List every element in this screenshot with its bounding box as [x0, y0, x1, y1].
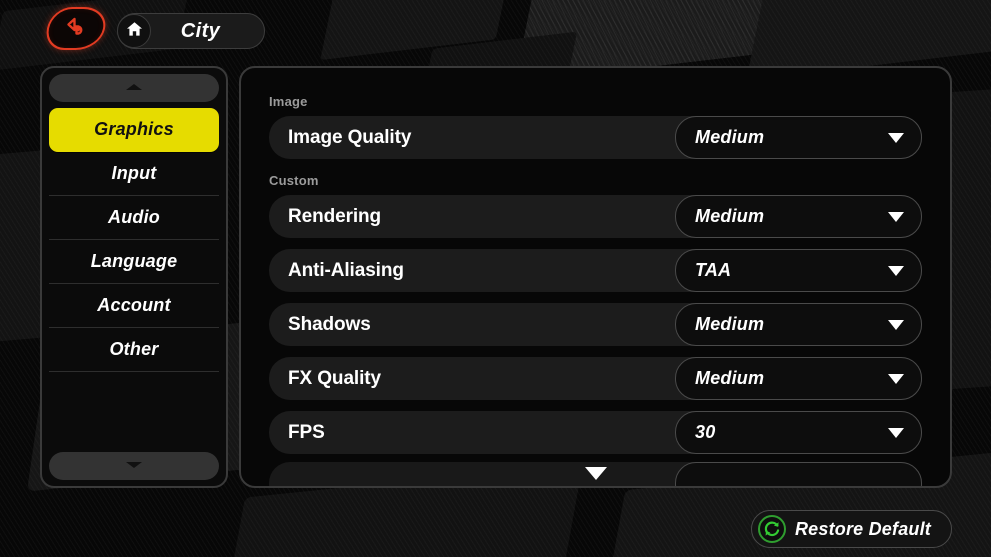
dropdown-anti-aliasing[interactable]: TAA	[675, 249, 922, 292]
dropdown-fx-quality[interactable]: Medium	[675, 357, 922, 400]
back-button[interactable]	[42, 7, 110, 50]
dropdown-shadows[interactable]: Medium	[675, 303, 922, 346]
sidebar-item-graphics[interactable]: Graphics	[49, 108, 219, 152]
dropdown-partial-next[interactable]	[675, 462, 922, 486]
dropdown-value: Medium	[695, 368, 765, 388]
sidebar-menu-list: Graphics Input Audio Language Account Ot…	[49, 108, 219, 452]
sidebar-scroll-up-button[interactable]	[49, 74, 219, 102]
breadcrumb[interactable]: City	[117, 13, 265, 49]
chevron-up-icon	[124, 79, 144, 97]
setting-row-rendering: Rendering Medium	[269, 195, 922, 238]
sidebar-item-label: Language	[90, 251, 178, 271]
dropdown-image-quality[interactable]: Medium	[675, 116, 922, 159]
game-settings-screen: City Graphics Input Audio Language Accou…	[0, 0, 991, 557]
settings-panel: Image Image Quality Medium Custom Render…	[239, 66, 952, 488]
sidebar-item-language[interactable]: Language	[49, 240, 219, 284]
panel-scroll-down-indicator[interactable]	[584, 467, 607, 480]
dropdown-value: Medium	[695, 314, 765, 334]
setting-label: Shadows	[288, 313, 371, 335]
restore-default-button[interactable]: Restore Default	[750, 510, 952, 548]
caret-down-icon	[888, 211, 904, 222]
setting-row-fx-quality: FX Quality Medium	[269, 357, 922, 400]
home-button[interactable]	[117, 14, 151, 48]
breadcrumb-label: City	[180, 19, 221, 42]
sidebar-item-label: Audio	[108, 207, 160, 227]
sidebar-scroll-down-button[interactable]	[49, 452, 219, 480]
section-header-image: Image	[269, 94, 308, 109]
caret-down-icon	[888, 427, 904, 438]
dropdown-fps[interactable]: 30	[675, 411, 922, 454]
restore-default-label: Restore Default	[794, 518, 931, 539]
caret-down-icon	[888, 373, 904, 384]
setting-row-anti-aliasing: Anti-Aliasing TAA	[269, 249, 922, 292]
sidebar-item-audio[interactable]: Audio	[49, 196, 219, 240]
setting-label: FPS	[288, 421, 325, 443]
setting-row-shadows: Shadows Medium	[269, 303, 922, 346]
sidebar-item-label: Input	[111, 163, 157, 183]
setting-label: Image Quality	[288, 126, 412, 148]
setting-label: FX Quality	[288, 367, 381, 389]
back-arrow-icon	[63, 16, 90, 41]
caret-down-icon	[888, 319, 904, 330]
sidebar-item-label: Other	[109, 339, 159, 359]
home-icon	[126, 21, 143, 42]
dropdown-value: Medium	[695, 127, 765, 147]
setting-label: Anti-Aliasing	[288, 259, 404, 281]
dropdown-value: Medium	[695, 206, 765, 226]
setting-row-image-quality: Image Quality Medium	[269, 116, 922, 159]
dropdown-value: TAA	[695, 260, 732, 280]
sidebar-item-account[interactable]: Account	[49, 284, 219, 328]
chevron-down-icon	[124, 457, 144, 475]
refresh-icon	[757, 515, 786, 543]
setting-row-fps: FPS 30	[269, 411, 922, 454]
dropdown-rendering[interactable]: Medium	[675, 195, 922, 238]
sidebar-item-label: Account	[97, 295, 171, 315]
caret-down-icon	[888, 265, 904, 276]
setting-label: Rendering	[288, 205, 382, 227]
section-header-custom: Custom	[269, 173, 319, 188]
settings-panel-content: Image Image Quality Medium Custom Render…	[241, 68, 950, 486]
top-bar: City	[0, 0, 991, 62]
sidebar-item-label: Graphics	[94, 119, 174, 139]
settings-sidebar: Graphics Input Audio Language Account Ot…	[40, 66, 228, 488]
sidebar-item-input[interactable]: Input	[49, 152, 219, 196]
caret-down-icon	[888, 132, 904, 143]
sidebar-item-other[interactable]: Other	[49, 328, 219, 372]
dropdown-value: 30	[695, 422, 716, 442]
